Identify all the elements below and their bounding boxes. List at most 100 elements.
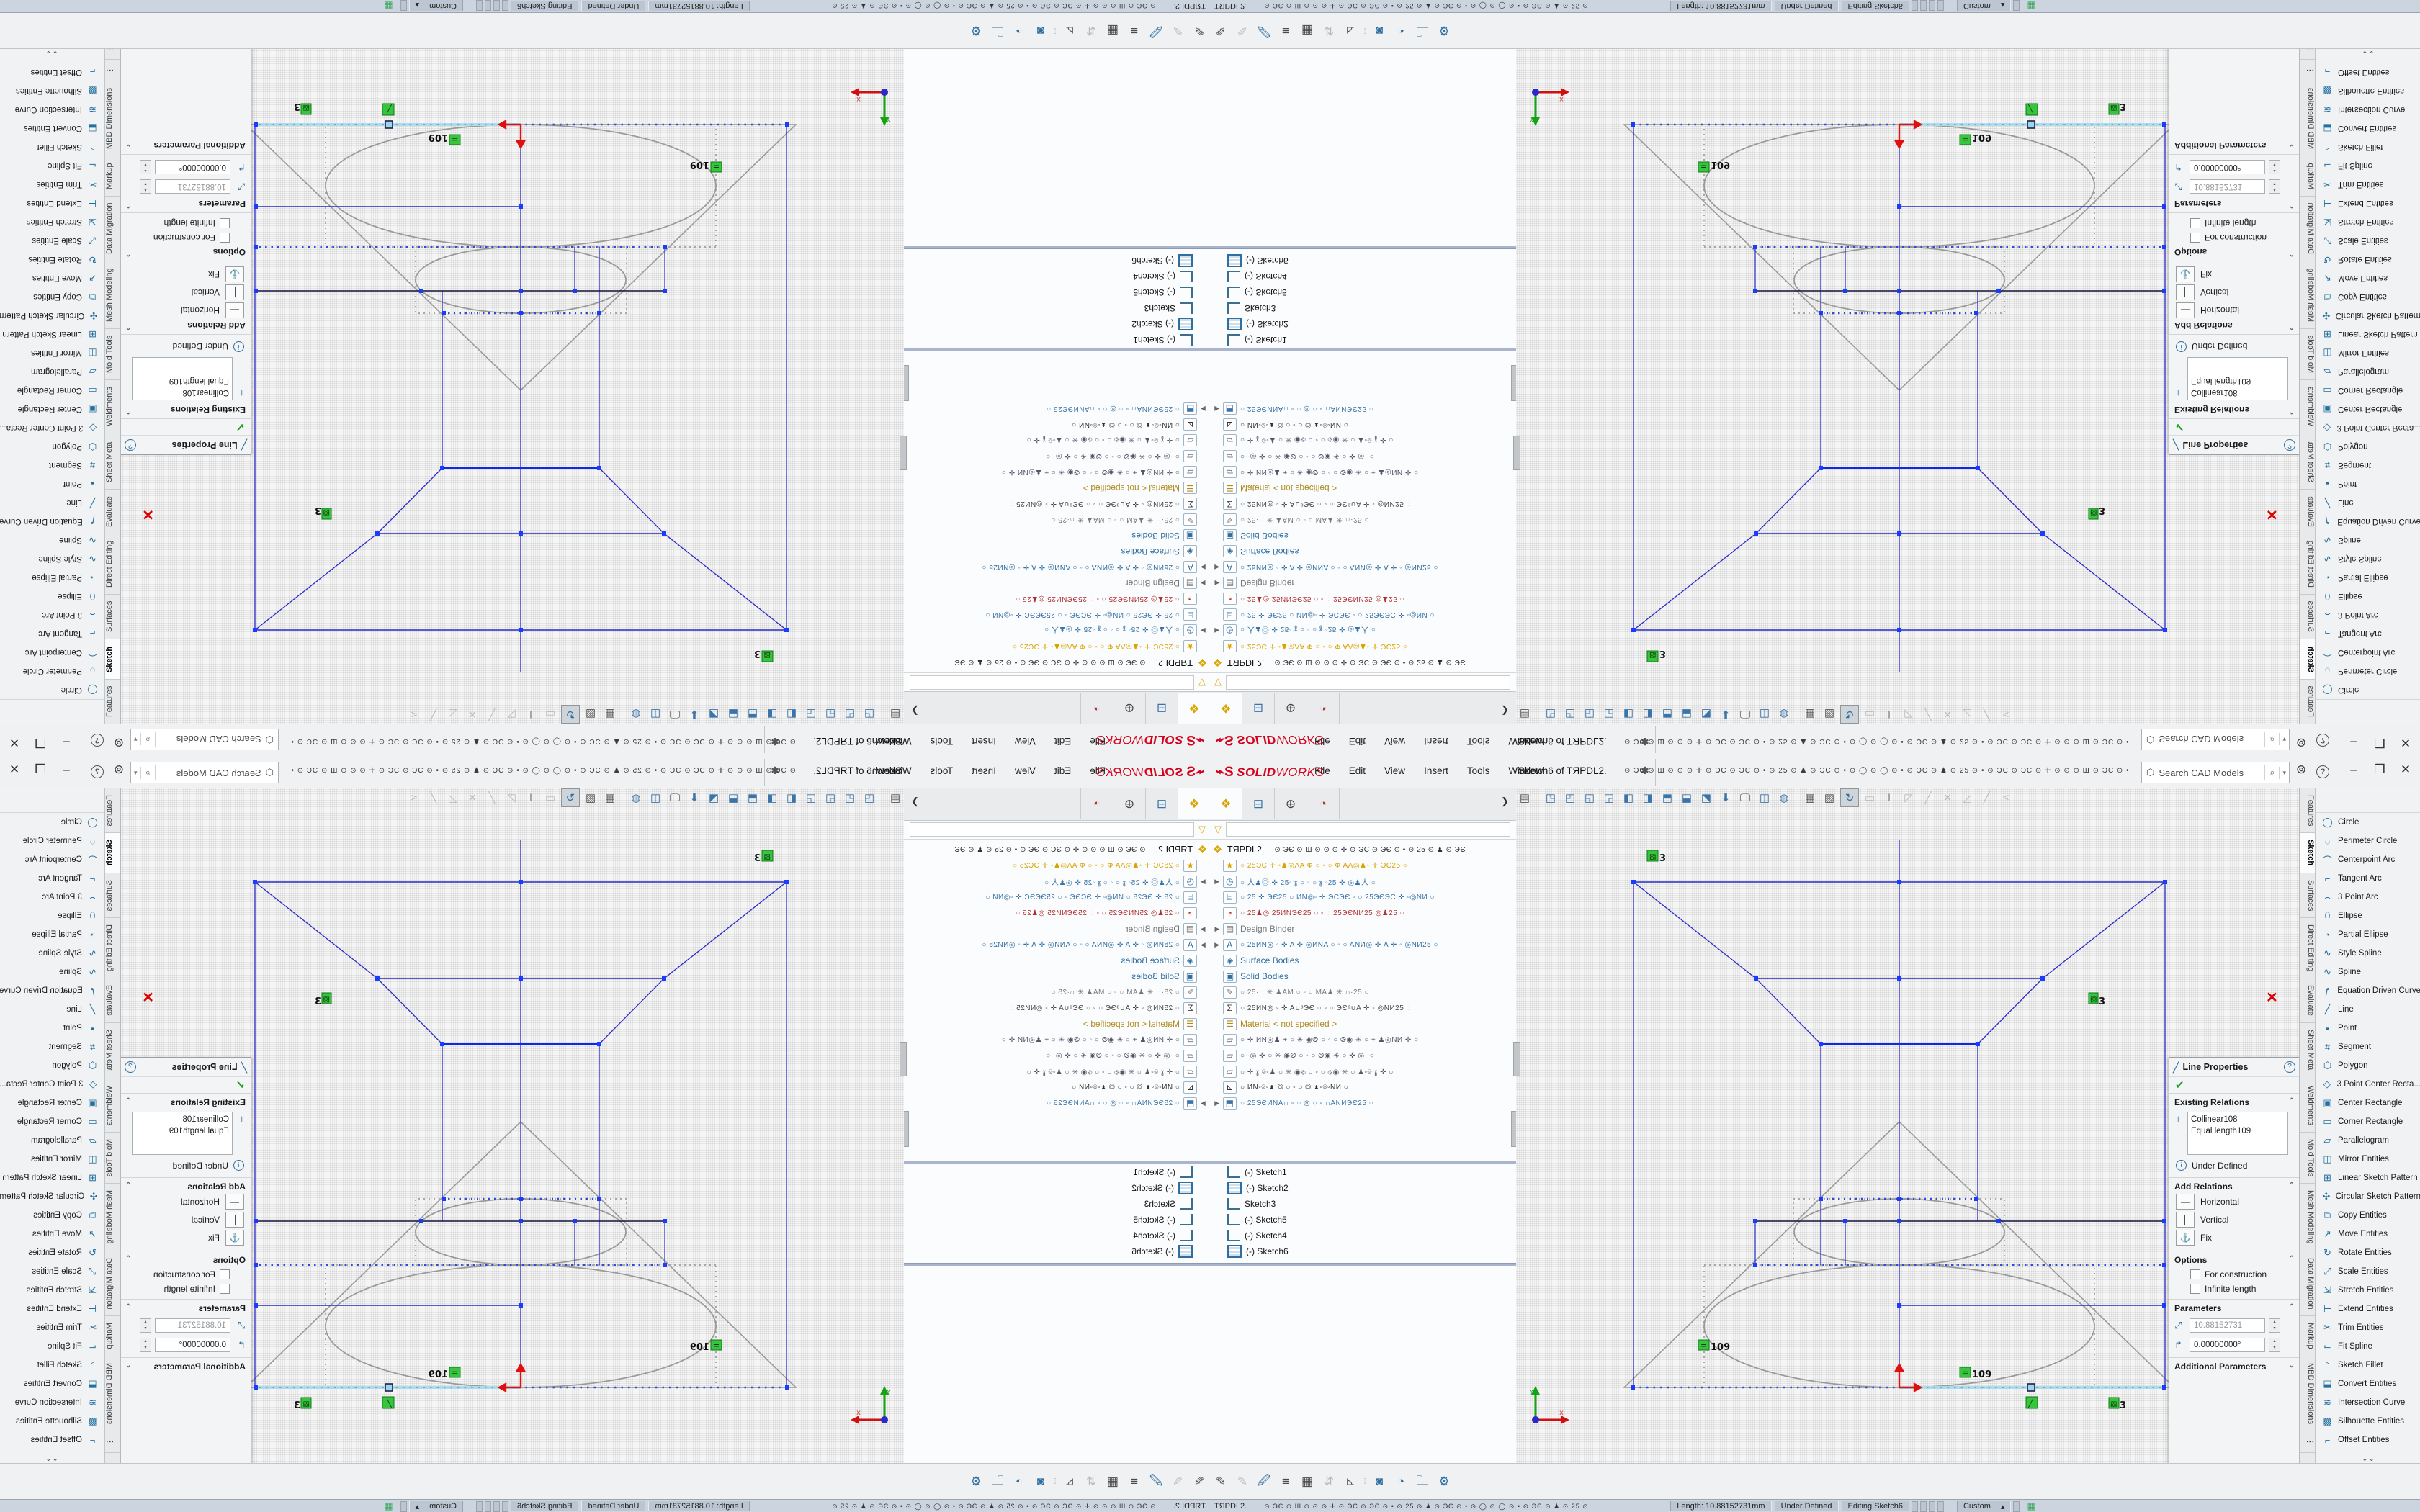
- flyout-tool-item[interactable]: ▪ Point: [0, 474, 104, 493]
- commandmanager-tab[interactable]: Sheet Metal: [105, 1023, 120, 1079]
- flyout-tool-item[interactable]: ⌒ Centerpoint Arc: [0, 850, 104, 869]
- expand-arrow-icon[interactable]: ▶: [1213, 925, 1222, 933]
- commandmanager-tab[interactable]: Evaluate: [2300, 489, 2315, 534]
- tree-row[interactable]: ▱ ○ ✛ 𐑣 ⌾◦♟ ○ ✳ ◉⧀ ○ ◦ ○ ⧁◉ ✳ ○ ♟◦⌾ 𐑣 ✛ …: [904, 433, 1210, 449]
- feature-manager-tab[interactable]: ❖: [1178, 788, 1210, 819]
- bottom-toolbar-icon[interactable]: ✎: [1210, 1471, 1232, 1493]
- tree-row[interactable]: ☰ Material < not specified >: [904, 1016, 1210, 1032]
- bottom-toolbar-icon[interactable]: ⊾: [1059, 1471, 1080, 1493]
- flyout-tool-item[interactable]: ∿ Spline: [0, 531, 104, 549]
- menu-item[interactable]: Tools: [1467, 765, 1490, 776]
- flyout-tool-item[interactable]: ⊞ Linear Sketch Pattern: [0, 1169, 104, 1187]
- bottom-toolbar-icon[interactable]: ⚙: [1433, 1471, 1455, 1493]
- flyout-tool-item[interactable]: ⌐ Offset Entities: [0, 1431, 104, 1449]
- expand-arrow-icon[interactable]: ▶: [1198, 878, 1207, 886]
- feature-manager-tab[interactable]: ⊕: [1113, 788, 1145, 819]
- flyout-tool-item[interactable]: ◝ Sketch Fillet: [0, 1356, 104, 1374]
- bottom-toolbar-icon[interactable]: ▦: [1102, 19, 1124, 41]
- flyout-tool-item[interactable]: ⌒ Centerpoint Arc: [0, 643, 104, 662]
- sketch-row[interactable]: (-) Sketch5: [1210, 284, 1516, 300]
- tree-row[interactable]: ☰ Material < not specified >: [1210, 480, 1516, 496]
- sketch-row[interactable]: (-) Sketch4: [904, 269, 1210, 284]
- tabs-overflow-icon[interactable]: ❯: [904, 705, 919, 716]
- tree-row[interactable]: ▶ ◷ ○ 人♟◎ ✛ 25◦ 𐑣 ○ ◦ ○ 𐑣 ◦25 ✛ ◎♟人 ○: [904, 623, 1210, 639]
- status-grid-icon[interactable]: ▦: [384, 1500, 393, 1512]
- tree-splitter-2[interactable]: [904, 1263, 1210, 1266]
- sketch-row[interactable]: (-) Sketch2: [904, 316, 1210, 332]
- flyout-tool-item[interactable]: ƒ Equation Driven Curve: [0, 512, 104, 531]
- length-input[interactable]: 10.88152731: [155, 1318, 230, 1333]
- bottom-toolbar-icon[interactable]: ⊾: [1340, 19, 1361, 41]
- collapse-chevron-icon[interactable]: ⌃: [2289, 247, 2295, 257]
- length-spinner[interactable]: ▴▾: [2269, 1318, 2280, 1333]
- collapse-chevron-icon[interactable]: ⌃: [2289, 1303, 2295, 1313]
- tree-row[interactable]: ⊾ ○ ИΝ◦⌾◦♟ ◎ ○ ◦ ○ ◎ ♟◦⌾◦ΝИ ○: [1210, 417, 1516, 433]
- flyout-tool-item[interactable]: ▩ Silhouette Entities: [2316, 81, 2420, 100]
- tree-splitter[interactable]: [1210, 348, 1516, 351]
- flyout-tool-item[interactable]: ⇲ Stretch Entities: [2316, 212, 2420, 231]
- bottom-toolbar-icon[interactable]: ⁞: [1361, 19, 1368, 41]
- commandmanager-tab[interactable]: Markup: [105, 1316, 120, 1356]
- bottom-toolbar-icon[interactable]: ✎: [1210, 19, 1232, 41]
- feature-manager-tab[interactable]: ◔: [1307, 693, 1340, 724]
- bottom-toolbar-icon[interactable]: 🖉: [1145, 1471, 1167, 1493]
- commandmanager-tab[interactable]: Evaluate: [2300, 978, 2315, 1023]
- bottom-toolbar-icon[interactable]: ⚙: [965, 19, 987, 41]
- commandmanager-tab[interactable]: Sketch: [2300, 639, 2315, 679]
- commandmanager-tab[interactable]: Mesh Modeling: [105, 261, 120, 328]
- flyout-tool-item[interactable]: ◇ 3 Point Center Recta...: [2316, 418, 2420, 437]
- graphics-scrollbar[interactable]: [1513, 436, 1520, 470]
- tree-row[interactable]: ⊾ ○ ИΝ◦⌾◦♟ ◎ ○ ◦ ○ ◎ ♟◦⌾◦ΝИ ○: [904, 417, 1210, 433]
- bottom-toolbar-icon[interactable]: 🖉: [1145, 19, 1167, 41]
- flyout-tool-item[interactable]: ╱ Line: [2316, 1000, 2420, 1019]
- flyout-tool-item[interactable]: ▭ Corner Rectangle: [2316, 381, 2420, 400]
- expand-arrow-icon[interactable]: ▶: [1198, 580, 1207, 588]
- commandmanager-tab[interactable]: Mold Tools: [2300, 1133, 2315, 1184]
- menu-item[interactable]: File: [1090, 736, 1106, 747]
- tree-row[interactable]: ▱ ○ ·◎ ✛ ○ ✳ ◉⧀ ○ ◦ ○ ⧁◉ ✳ ○ ✛ ◎· ○: [1210, 449, 1516, 464]
- collapse-chevron-icon[interactable]: ⌃: [2289, 1182, 2295, 1192]
- bottom-toolbar-icon[interactable]: ⊾: [1340, 1471, 1361, 1493]
- bottom-toolbar-icon[interactable]: ⚙: [1433, 19, 1455, 41]
- option-row[interactable]: For construction: [2190, 1269, 2295, 1279]
- relation-item[interactable]: Equal length109: [2191, 375, 2285, 387]
- bottom-toolbar-icon[interactable]: ≡: [1275, 19, 1296, 41]
- flyout-tool-item[interactable]: ⇲ Stretch Entities: [2316, 1281, 2420, 1300]
- minimize-button[interactable]: –: [55, 762, 77, 777]
- tree-row[interactable]: ⌸ ○ 25 ✛ ЭЄ25 ○ ИΝ◎◦ ✛ ЭСЭЄ ◦ ○ 25ЭЄЭС ✛…: [904, 889, 1210, 905]
- flyout-tool-item[interactable]: ⌙ Fit Spline: [0, 1337, 104, 1356]
- menu-item[interactable]: Insert: [1424, 765, 1448, 776]
- units-dropdown[interactable]: Custom ▴: [1957, 1501, 2011, 1512]
- search-icon[interactable]: ⌕: [2264, 732, 2279, 747]
- panel-help-icon[interactable]: ?: [2284, 1061, 2295, 1073]
- flyout-tool-item[interactable]: ▣ Center Rectangle: [0, 1094, 104, 1112]
- flyout-tool-item[interactable]: ▩ Silhouette Entities: [0, 81, 104, 100]
- flyout-tool-item[interactable]: ≋ Intersection Curve: [0, 1393, 104, 1412]
- tree-splitter[interactable]: [1210, 1161, 1516, 1164]
- option-row[interactable]: Infinite length: [125, 218, 230, 228]
- bottom-toolbar-icon[interactable]: ✎: [1188, 1471, 1210, 1493]
- bottom-toolbar-icon[interactable]: ⁞: [1361, 1471, 1368, 1493]
- flyout-tool-item[interactable]: ◫ Mirror Entities: [0, 343, 104, 362]
- angle-spinner[interactable]: ▴▾: [140, 160, 151, 174]
- sketch-row[interactable]: (-) Sketch1: [1210, 332, 1516, 348]
- commandmanager-tab[interactable]: ⋮: [2300, 59, 2315, 81]
- search-input[interactable]: ⬡ Search CAD Models ⌕ ▾: [130, 729, 279, 750]
- relations-listbox[interactable]: Collinear108Equal length109: [2187, 357, 2288, 400]
- relation-button-icon[interactable]: —: [2176, 302, 2195, 318]
- tree-row[interactable]: ▶ ◷ ○ 人♟◎ ✛ 25◦ 𐑣 ○ ◦ ○ 𐑣 ◦25 ✛ ◎♟人 ○: [1210, 623, 1516, 639]
- flyout-tool-item[interactable]: ∿ Style Spline: [0, 549, 104, 568]
- menu-item[interactable]: View: [1015, 736, 1036, 747]
- tree-row[interactable]: ◔ ○ 25♟◎ 25ИΝЭЄ25 ○ ◦ ○ 25ЭЄΝИ25 ◎♟25 ○: [1210, 591, 1516, 607]
- flyout-tool-item[interactable]: ≋ Intersection Curve: [0, 100, 104, 119]
- feature-manager-tab[interactable]: ⊟: [1242, 693, 1275, 724]
- units-dropdown[interactable]: Custom ▴: [409, 1, 463, 12]
- menu-item[interactable]: Edit: [1054, 736, 1071, 747]
- minimize-button[interactable]: –: [2343, 762, 2365, 777]
- sketch-row[interactable]: (-) Sketch5: [904, 284, 1210, 300]
- add-relation-button[interactable]: │ Vertical: [125, 1212, 244, 1228]
- commandmanager-tab[interactable]: Markup: [2300, 1316, 2315, 1356]
- tree-row[interactable]: ▶ ⬒ ○ 25ЭЄИΝΑ∩ ◦ ○ ◎ ○ ◦ ∩ΑΝИЭЄ25 ○: [1210, 1095, 1516, 1111]
- add-relation-button[interactable]: ⚓ Fix: [125, 1230, 244, 1246]
- status-grid-icon[interactable]: ▦: [2027, 1500, 2035, 1512]
